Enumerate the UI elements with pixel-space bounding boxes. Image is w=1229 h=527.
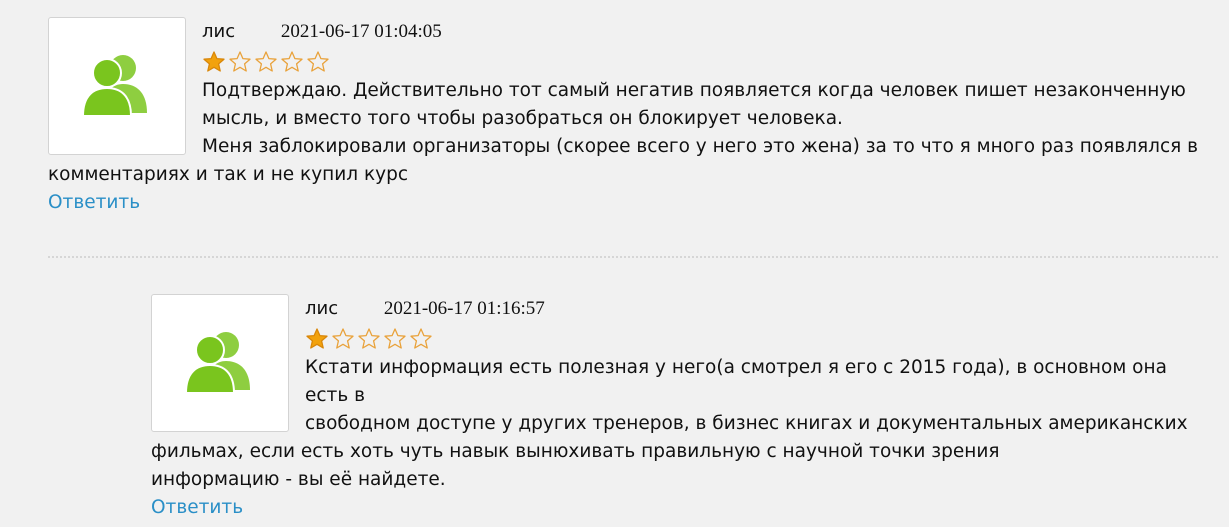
avatar — [151, 294, 289, 432]
user-group-icon — [186, 332, 250, 394]
star-filled-icon — [203, 51, 225, 72]
star-filled-icon — [306, 328, 328, 349]
rating-stars — [305, 324, 1211, 354]
comment-item: лис 2021-06-17 01:04:05 Подтверждаю. Дей… — [48, 17, 1208, 217]
star-empty-icon — [307, 51, 329, 72]
reply-link[interactable]: Ответить — [48, 189, 140, 217]
comment-item: лис 2021-06-17 01:16:57 Кстати информаци… — [151, 294, 1211, 522]
rating-stars — [202, 47, 1208, 77]
comment-author: лис — [305, 298, 339, 319]
comment-text-line: свободном доступе у других тренеров, в б… — [305, 413, 1188, 434]
star-empty-icon — [332, 328, 354, 349]
comment-date: 2021-06-17 01:04:05 — [280, 21, 442, 42]
comment-date: 2021-06-17 01:16:57 — [383, 298, 545, 319]
comment-text-line: информацию - вы её найдете. — [151, 469, 446, 490]
comment-meta: лис 2021-06-17 01:16:57 — [151, 294, 1211, 324]
star-empty-icon — [229, 51, 251, 72]
comment-text-line: Меня заблокировали организаторы (скорее … — [202, 136, 1199, 157]
star-empty-icon — [410, 328, 432, 349]
user-group-icon — [83, 55, 147, 117]
comment-text-line: фильмах, если есть хоть чуть навык вынюх… — [151, 441, 1000, 462]
comment-text-line: комментариях и так и не купил курс — [48, 164, 409, 185]
star-empty-icon — [255, 51, 277, 72]
comment-text: Подтверждаю. Действительно тот самый нег… — [48, 77, 1208, 189]
comment-text-line: Кстати информация есть полезная у него(а… — [305, 357, 1167, 406]
star-empty-icon — [281, 51, 303, 72]
divider — [48, 256, 1218, 258]
comment-author: лис — [202, 21, 236, 42]
star-empty-icon — [384, 328, 406, 349]
avatar — [48, 17, 186, 155]
comment-text: Кстати информация есть полезная у него(а… — [151, 354, 1211, 494]
comment-text-line: мысль, и вместо того чтобы разобраться о… — [202, 108, 843, 129]
star-empty-icon — [358, 328, 380, 349]
comment-meta: лис 2021-06-17 01:04:05 — [48, 17, 1208, 47]
comment-text-line: Подтверждаю. Действительно тот самый нег… — [202, 80, 1186, 101]
reply-link[interactable]: Ответить — [151, 494, 243, 522]
